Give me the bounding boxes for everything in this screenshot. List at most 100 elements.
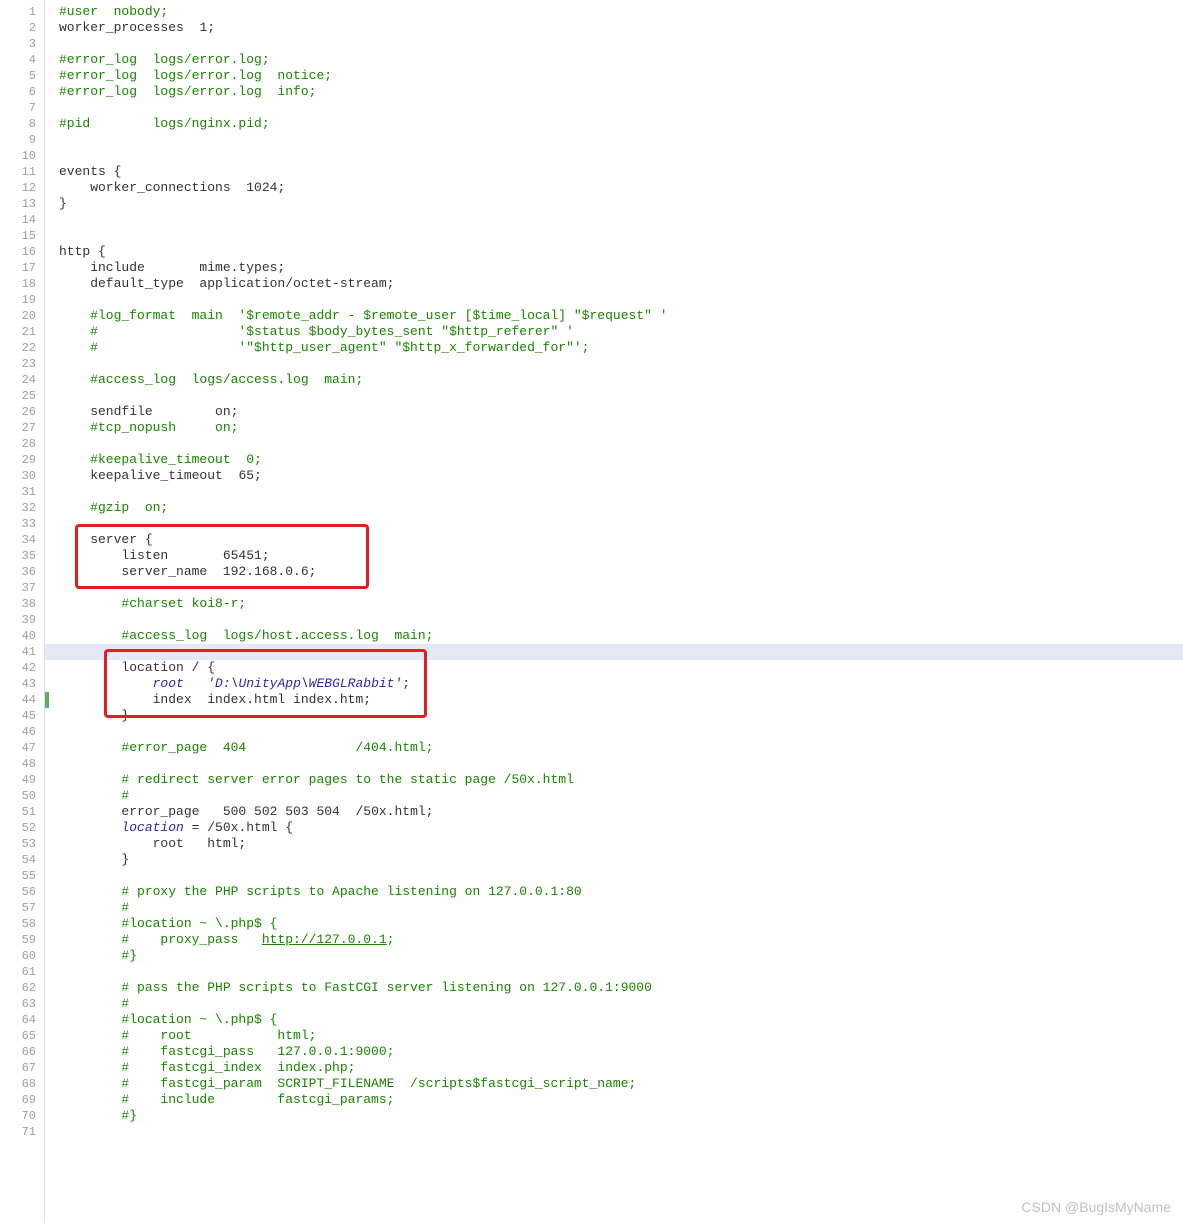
token-comment: #access_log logs/host.access.log main; bbox=[59, 628, 433, 643]
code-line[interactable] bbox=[59, 612, 1183, 628]
code-line[interactable]: #} bbox=[59, 948, 1183, 964]
code-line[interactable] bbox=[59, 228, 1183, 244]
code-line[interactable] bbox=[59, 724, 1183, 740]
line-number: 7 bbox=[0, 100, 36, 116]
code-line[interactable]: keepalive_timeout 65; bbox=[59, 468, 1183, 484]
token-comment: # proxy the PHP scripts to Apache listen… bbox=[59, 884, 582, 899]
code-line[interactable] bbox=[59, 356, 1183, 372]
code-line[interactable]: server { bbox=[59, 532, 1183, 548]
code-line[interactable]: #error_log logs/error.log notice; bbox=[59, 68, 1183, 84]
code-line[interactable] bbox=[59, 868, 1183, 884]
code-line[interactable]: #error_log logs/error.log; bbox=[59, 52, 1183, 68]
line-number: 11 bbox=[0, 164, 36, 180]
code-line[interactable]: root 'D:\UnityApp\WEBGLRabbit'; bbox=[59, 676, 1183, 692]
line-number: 38 bbox=[0, 596, 36, 612]
code-line[interactable]: # fastcgi_pass 127.0.0.1:9000; bbox=[59, 1044, 1183, 1060]
line-number: 19 bbox=[0, 292, 36, 308]
code-line[interactable] bbox=[59, 212, 1183, 228]
code-line[interactable] bbox=[59, 36, 1183, 52]
token-plain: server { bbox=[59, 532, 153, 547]
code-line[interactable]: #charset koi8-r; bbox=[59, 596, 1183, 612]
code-line[interactable] bbox=[45, 644, 1183, 660]
token-plain: index index.html index.htm; bbox=[59, 692, 371, 707]
code-line[interactable] bbox=[59, 484, 1183, 500]
code-line[interactable] bbox=[59, 388, 1183, 404]
code-line[interactable]: #location ~ \.php$ { bbox=[59, 1012, 1183, 1028]
code-line[interactable]: #error_log logs/error.log info; bbox=[59, 84, 1183, 100]
code-line[interactable]: # include fastcgi_params; bbox=[59, 1092, 1183, 1108]
code-line[interactable]: } bbox=[59, 196, 1183, 212]
code-line[interactable]: #} bbox=[59, 1108, 1183, 1124]
code-line[interactable]: error_page 500 502 503 504 /50x.html; bbox=[59, 804, 1183, 820]
code-line[interactable]: worker_processes 1; bbox=[59, 20, 1183, 36]
code-line[interactable]: } bbox=[59, 852, 1183, 868]
code-line[interactable]: location = /50x.html { bbox=[59, 820, 1183, 836]
code-line[interactable] bbox=[59, 1124, 1183, 1140]
code-editor[interactable]: 1234567891011121314151617181920212223242… bbox=[0, 0, 1183, 1223]
code-line[interactable]: #pid logs/nginx.pid; bbox=[59, 116, 1183, 132]
code-line[interactable]: include mime.types; bbox=[59, 260, 1183, 276]
code-line[interactable]: # root html; bbox=[59, 1028, 1183, 1044]
line-number: 15 bbox=[0, 228, 36, 244]
line-number: 32 bbox=[0, 500, 36, 516]
code-line[interactable]: #error_page 404 /404.html; bbox=[59, 740, 1183, 756]
code-area[interactable]: #user nobody;worker_processes 1; #error_… bbox=[45, 0, 1183, 1223]
line-number: 35 bbox=[0, 548, 36, 564]
code-line[interactable]: # fastcgi_index index.php; bbox=[59, 1060, 1183, 1076]
code-line[interactable]: sendfile on; bbox=[59, 404, 1183, 420]
code-line[interactable]: worker_connections 1024; bbox=[59, 180, 1183, 196]
line-number: 23 bbox=[0, 356, 36, 372]
code-line[interactable]: # bbox=[59, 996, 1183, 1012]
line-number: 65 bbox=[0, 1028, 36, 1044]
code-line[interactable] bbox=[59, 756, 1183, 772]
code-line[interactable] bbox=[59, 100, 1183, 116]
code-line[interactable]: # '"$http_user_agent" "$http_x_forwarded… bbox=[59, 340, 1183, 356]
code-line[interactable] bbox=[59, 148, 1183, 164]
code-line[interactable]: #keepalive_timeout 0; bbox=[59, 452, 1183, 468]
line-number: 33 bbox=[0, 516, 36, 532]
code-line[interactable]: # bbox=[59, 788, 1183, 804]
code-line[interactable]: #location ~ \.php$ { bbox=[59, 916, 1183, 932]
code-line[interactable]: # pass the PHP scripts to FastCGI server… bbox=[59, 980, 1183, 996]
code-line[interactable]: events { bbox=[59, 164, 1183, 180]
code-line[interactable]: default_type application/octet-stream; bbox=[59, 276, 1183, 292]
code-line[interactable]: http { bbox=[59, 244, 1183, 260]
line-number: 50 bbox=[0, 788, 36, 804]
token-plain: sendfile on; bbox=[59, 404, 238, 419]
token-comment: #pid logs/nginx.pid; bbox=[59, 116, 270, 131]
line-number: 58 bbox=[0, 916, 36, 932]
code-line[interactable]: #tcp_nopush on; bbox=[59, 420, 1183, 436]
code-line[interactable]: #user nobody; bbox=[59, 4, 1183, 20]
code-line[interactable]: #gzip on; bbox=[59, 500, 1183, 516]
code-line[interactable] bbox=[59, 436, 1183, 452]
code-line[interactable]: index index.html index.htm; bbox=[59, 692, 1183, 708]
code-line[interactable]: location / { bbox=[59, 660, 1183, 676]
code-line[interactable]: # bbox=[59, 900, 1183, 916]
code-line[interactable] bbox=[59, 292, 1183, 308]
code-line[interactable]: # fastcgi_param SCRIPT_FILENAME /scripts… bbox=[59, 1076, 1183, 1092]
token-plain: listen bbox=[59, 548, 223, 563]
code-line[interactable]: } bbox=[59, 708, 1183, 724]
code-line[interactable]: # redirect server error pages to the sta… bbox=[59, 772, 1183, 788]
code-line[interactable]: #access_log logs/host.access.log main; bbox=[59, 628, 1183, 644]
line-number: 4 bbox=[0, 52, 36, 68]
line-number: 37 bbox=[0, 580, 36, 596]
line-number: 45 bbox=[0, 708, 36, 724]
code-line[interactable]: #log_format main '$remote_addr - $remote… bbox=[59, 308, 1183, 324]
code-line[interactable]: server_name 192.168.0.6; bbox=[59, 564, 1183, 580]
code-line[interactable]: # '$status $body_bytes_sent "$http_refer… bbox=[59, 324, 1183, 340]
code-line[interactable]: # proxy_pass http://127.0.0.1; bbox=[59, 932, 1183, 948]
code-line[interactable] bbox=[59, 580, 1183, 596]
line-number: 6 bbox=[0, 84, 36, 100]
code-line[interactable] bbox=[59, 516, 1183, 532]
token-comment: #gzip on; bbox=[59, 500, 168, 515]
token-comment: # include fastcgi_params; bbox=[59, 1092, 394, 1107]
token-comment: # proxy_pass bbox=[59, 932, 262, 947]
code-line[interactable]: #access_log logs/access.log main; bbox=[59, 372, 1183, 388]
code-line[interactable] bbox=[59, 964, 1183, 980]
code-line[interactable]: # proxy the PHP scripts to Apache listen… bbox=[59, 884, 1183, 900]
code-line[interactable]: root html; bbox=[59, 836, 1183, 852]
line-number: 55 bbox=[0, 868, 36, 884]
code-line[interactable]: listen 65451; bbox=[59, 548, 1183, 564]
code-line[interactable] bbox=[59, 132, 1183, 148]
